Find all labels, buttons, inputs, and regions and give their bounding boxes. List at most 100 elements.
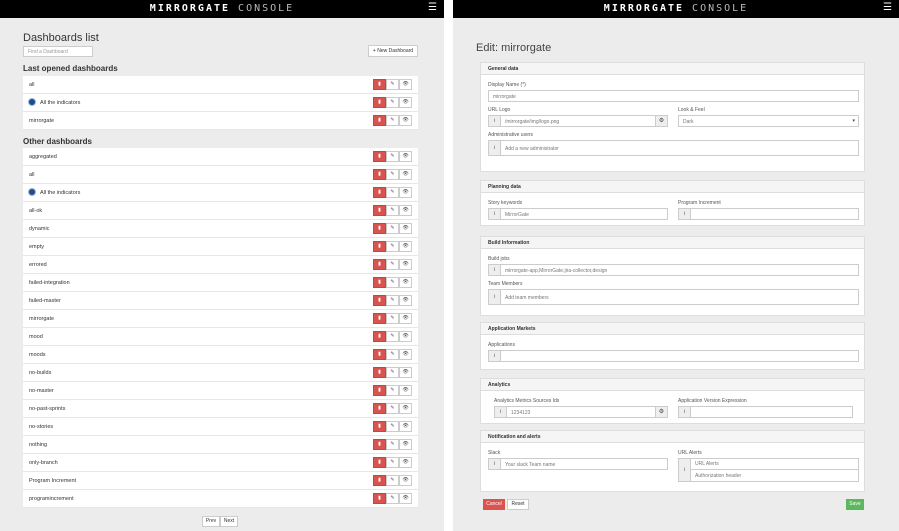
dashboard-row[interactable]: errored ▮ ✎ 👁 [23,256,418,274]
eye-icon[interactable]: 👁 [399,97,412,108]
dashboard-row[interactable]: empty ▮ ✎ 👁 [23,238,418,256]
trash-icon[interactable]: ▮ [373,259,386,270]
pencil-icon[interactable]: ✎ [386,439,399,450]
trash-icon[interactable]: ▮ [373,223,386,234]
pencil-icon[interactable]: ✎ [386,331,399,342]
trash-icon[interactable]: ▮ [373,439,386,450]
pencil-icon[interactable]: ✎ [386,295,399,306]
pencil-icon[interactable]: ✎ [386,79,399,90]
display-name-input[interactable]: mirrorgate [488,90,859,102]
trash-icon[interactable]: ▮ [373,385,386,396]
look-feel-select[interactable]: Dark ▾ [678,115,859,127]
eye-icon[interactable]: 👁 [399,367,412,378]
version-expression-input[interactable]: i [678,406,853,418]
eye-icon[interactable]: 👁 [399,421,412,432]
dashboard-row[interactable]: failed-master ▮ ✎ 👁 [23,292,418,310]
eye-icon[interactable]: 👁 [399,169,412,180]
trash-icon[interactable]: ▮ [373,493,386,504]
reset-button[interactable]: Reset [507,499,529,510]
url-alerts-input[interactable]: URL Alerts [691,459,858,470]
pencil-icon[interactable]: ✎ [386,169,399,180]
trash-icon[interactable]: ▮ [373,475,386,486]
hamburger-menu-icon[interactable]: ☰ [883,2,892,13]
gear-icon[interactable]: ⚙ [655,116,667,126]
dashboard-row[interactable]: programincrement ▮ ✎ 👁 [23,490,418,508]
pencil-icon[interactable]: ✎ [386,259,399,270]
hamburger-menu-icon[interactable]: ☰ [428,2,437,13]
admin-users-input[interactable]: i Add a new administrator [488,140,859,156]
eye-icon[interactable]: 👁 [399,151,412,162]
dashboard-row[interactable]: no-master ▮ ✎ 👁 [23,382,418,400]
dashboard-row[interactable]: mirrorgate ▮ ✎ 👁 [23,310,418,328]
trash-icon[interactable]: ▮ [373,367,386,378]
build-jobs-input[interactable]: i mirrorgate-app,MirrorGate.jira-collecto… [488,264,859,276]
trash-icon[interactable]: ▮ [373,331,386,342]
dashboard-row[interactable]: no-builds ▮ ✎ 👁 [23,364,418,382]
trash-icon[interactable]: ▮ [373,79,386,90]
save-button[interactable]: Save [846,499,864,510]
dashboard-row[interactable]: only-branch ▮ ✎ 👁 [23,454,418,472]
dashboard-row[interactable]: all ▮ ✎ 👁 [23,166,418,184]
trash-icon[interactable]: ▮ [373,187,386,198]
gear-icon[interactable]: ⚙ [655,407,667,417]
pencil-icon[interactable]: ✎ [386,385,399,396]
eye-icon[interactable]: 👁 [399,403,412,414]
slack-input[interactable]: i Your slack Team name [488,458,668,470]
trash-icon[interactable]: ▮ [373,457,386,468]
dashboard-row[interactable]: all-ok ▮ ✎ 👁 [23,202,418,220]
eye-icon[interactable]: 👁 [399,385,412,396]
dashboard-row[interactable]: mood ▮ ✎ 👁 [23,328,418,346]
pencil-icon[interactable]: ✎ [386,313,399,324]
pencil-icon[interactable]: ✎ [386,403,399,414]
eye-icon[interactable]: 👁 [399,349,412,360]
eye-icon[interactable]: 👁 [399,241,412,252]
pencil-icon[interactable]: ✎ [386,349,399,360]
analytics-sources-input[interactable]: i 1234123 ⚙ [494,406,668,418]
eye-icon[interactable]: 👁 [399,259,412,270]
pencil-icon[interactable]: ✎ [386,367,399,378]
eye-icon[interactable]: 👁 [399,223,412,234]
eye-icon[interactable]: 👁 [399,115,412,126]
dashboard-row[interactable]: dynamic ▮ ✎ 👁 [23,220,418,238]
dashboard-row[interactable]: All the indicators ▮ ✎ 👁 [23,184,418,202]
trash-icon[interactable]: ▮ [373,349,386,360]
program-increment-input[interactable]: i [678,208,859,220]
dashboard-row[interactable]: mirrorgate ▮ ✎ 👁 [23,112,418,130]
new-dashboard-button[interactable]: + New Dashboard [368,45,418,57]
trash-icon[interactable]: ▮ [373,313,386,324]
trash-icon[interactable]: ▮ [373,169,386,180]
trash-icon[interactable]: ▮ [373,151,386,162]
dashboard-row[interactable]: moods ▮ ✎ 👁 [23,346,418,364]
authorization-header-input[interactable]: Authorization header [691,470,858,481]
trash-icon[interactable]: ▮ [373,115,386,126]
applications-input[interactable]: i [488,350,859,362]
eye-icon[interactable]: 👁 [399,277,412,288]
url-logo-input[interactable]: i/mirrorgate/img/logo.png ⚙ [488,115,668,127]
trash-icon[interactable]: ▮ [373,403,386,414]
dashboard-row[interactable]: Program Increment ▮ ✎ 👁 [23,472,418,490]
trash-icon[interactable]: ▮ [373,277,386,288]
find-dashboard-input[interactable]: Find a Dashboard [23,46,93,57]
pencil-icon[interactable]: ✎ [386,457,399,468]
pencil-icon[interactable]: ✎ [386,187,399,198]
dashboard-row[interactable]: All the indicators ▮ ✎ 👁 [23,94,418,112]
eye-icon[interactable]: 👁 [399,313,412,324]
eye-icon[interactable]: 👁 [399,205,412,216]
dashboard-row[interactable]: all ▮ ✎ 👁 [23,76,418,94]
trash-icon[interactable]: ▮ [373,205,386,216]
eye-icon[interactable]: 👁 [399,187,412,198]
prev-button[interactable]: Prev [202,516,220,527]
dashboard-row[interactable]: no-past-sprints ▮ ✎ 👁 [23,400,418,418]
pencil-icon[interactable]: ✎ [386,115,399,126]
eye-icon[interactable]: 👁 [399,79,412,90]
eye-icon[interactable]: 👁 [399,493,412,504]
pencil-icon[interactable]: ✎ [386,97,399,108]
pencil-icon[interactable]: ✎ [386,475,399,486]
dashboard-row[interactable]: aggregated ▮ ✎ 👁 [23,148,418,166]
next-button[interactable]: Next [220,516,238,527]
eye-icon[interactable]: 👁 [399,475,412,486]
eye-icon[interactable]: 👁 [399,457,412,468]
team-members-input[interactable]: i Add team members [488,289,859,305]
pencil-icon[interactable]: ✎ [386,151,399,162]
trash-icon[interactable]: ▮ [373,97,386,108]
